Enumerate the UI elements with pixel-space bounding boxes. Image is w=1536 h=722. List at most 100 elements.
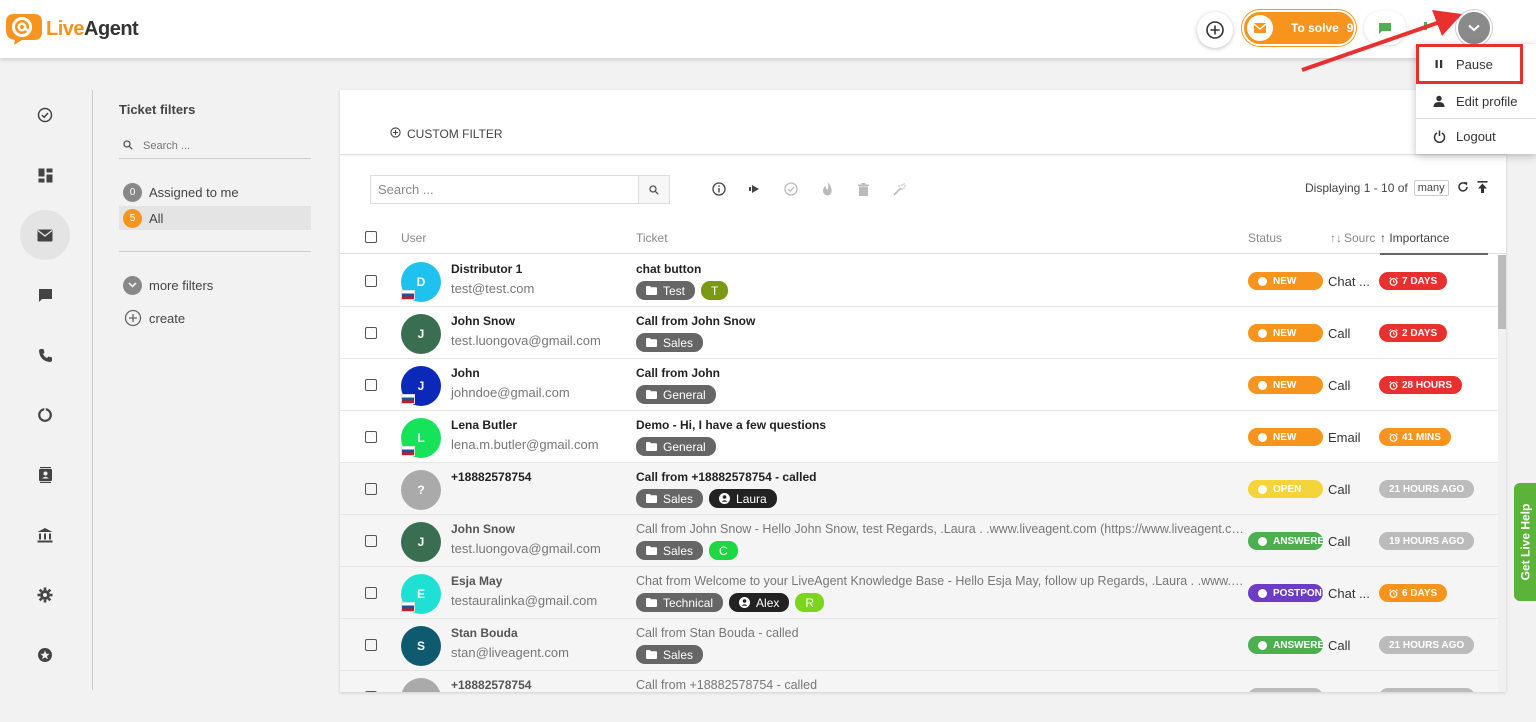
magic-button[interactable]	[890, 180, 908, 198]
ticket-tag[interactable]: Sales	[636, 489, 704, 508]
column-source[interactable]: Sourc	[1344, 231, 1375, 245]
ticket-subject[interactable]: Call from John Snow - Hello John Snow, t…	[636, 522, 1244, 536]
menu-item-edit-profile[interactable]: Edit profile	[1416, 84, 1536, 118]
table-scrollbar[interactable]	[1498, 255, 1506, 692]
transfer-button[interactable]	[746, 180, 764, 198]
ticket-search-input[interactable]	[371, 176, 639, 203]
row-checkbox[interactable]	[365, 639, 377, 651]
row-checkbox[interactable]	[365, 535, 377, 547]
ticket-tag[interactable]: Technical	[636, 593, 724, 612]
ticket-tag[interactable]: Alex	[729, 593, 790, 612]
ticket-tag[interactable]: Sales	[636, 333, 704, 352]
table-row[interactable]: E Esja May testauralinka@gmail.com Chat fro…	[340, 567, 1498, 619]
table-row[interactable]: D Distributor 1 test@test.com chat button Te…	[340, 255, 1498, 307]
table-row[interactable]: ? +18882578754 Call from +18882578754 - ca…	[340, 463, 1498, 515]
menu-item-logout[interactable]: Logout	[1416, 119, 1536, 153]
ticket-subject[interactable]: Demo - Hi, I have a few questions	[636, 418, 1244, 432]
folder-icon	[646, 338, 657, 347]
info-button[interactable]	[710, 180, 728, 198]
nav-calls[interactable]	[20, 330, 70, 380]
column-ticket[interactable]: Ticket	[636, 231, 668, 245]
ticket-subject[interactable]: Call from +18882578754 - called	[636, 678, 1244, 692]
displaying-text: Displaying 1 - 10 of	[1305, 181, 1408, 195]
more-filters-label: more filters	[149, 277, 214, 293]
nav-chats[interactable]	[20, 270, 70, 320]
table-row[interactable]: L Lena Butler lena.m.butler@gmail.com Demo …	[340, 411, 1498, 463]
ticket-subject[interactable]: chat button	[636, 262, 1244, 276]
ticket-subject[interactable]: Call from John Snow	[636, 314, 1244, 328]
ticket-user-email: stan@liveagent.com	[451, 645, 569, 660]
table-row[interactable]: J John johndoe@gmail.com Call from John Gene…	[340, 359, 1498, 411]
ticket-user-email: testauralinka@gmail.com	[451, 593, 598, 608]
refresh-icon[interactable]	[1457, 181, 1469, 196]
nav-knowledgebase[interactable]	[20, 510, 70, 560]
table-row[interactable]: J John Snow test.luongova@gmail.com Call fr…	[340, 515, 1498, 567]
ticket-subject[interactable]: Call from Stan Bouda - called	[636, 626, 1244, 640]
ticket-tag[interactable]: Laura	[709, 489, 777, 508]
more-filters-toggle[interactable]: more filters	[119, 273, 311, 297]
table-row[interactable]: J John Snow test.luongova@gmail.com Call fr…	[340, 307, 1498, 359]
ticket-source: Chat ...	[1328, 274, 1370, 289]
status-badge: ANSWERED	[1248, 636, 1323, 654]
ticket-tag[interactable]: C	[709, 541, 738, 560]
filter-all[interactable]: 5 All	[119, 206, 311, 230]
ticket-tag[interactable]: Test	[636, 281, 696, 300]
chat-status-button[interactable]	[1364, 11, 1406, 45]
nav-dashboard-check[interactable]	[20, 90, 70, 140]
scrollbar-thumb[interactable]	[1498, 255, 1506, 329]
add-button[interactable]	[1197, 12, 1233, 48]
custom-filter-button[interactable]: CUSTOM FILTER	[390, 127, 503, 141]
ticket-user-name: Esja May	[451, 574, 503, 588]
nav-plugins[interactable]	[20, 630, 70, 680]
tag-label: Sales	[663, 647, 694, 662]
delete-button[interactable]	[854, 180, 872, 198]
nav-contacts[interactable]	[20, 450, 70, 500]
to-solve-button[interactable]: To solve 9	[1242, 10, 1356, 46]
person-icon	[1432, 95, 1446, 107]
row-checkbox[interactable]	[365, 691, 377, 692]
column-user[interactable]: User	[401, 231, 426, 245]
row-checkbox[interactable]	[365, 587, 377, 599]
row-checkbox[interactable]	[365, 327, 377, 339]
ticket-tag[interactable]: R	[795, 593, 825, 612]
importance-label: 28 HOURS	[1402, 379, 1453, 391]
row-checkbox[interactable]	[365, 483, 377, 495]
row-checkbox[interactable]	[365, 431, 377, 443]
ticket-subject[interactable]: Call from +18882578754 - called	[636, 470, 1244, 484]
user-menu-button[interactable]	[1456, 10, 1492, 46]
resolve-button[interactable]	[782, 180, 800, 198]
filter-count-badge: 0	[123, 182, 142, 202]
ticket-tag[interactable]: Sales	[636, 645, 704, 664]
ticket-subject[interactable]: Chat from Welcome to your LiveAgent Know…	[636, 574, 1244, 588]
column-importance[interactable]: ↑ Importance	[1380, 231, 1488, 255]
importance-badge: 19 HOURS AGO	[1379, 532, 1475, 550]
nav-dashboard[interactable]	[20, 150, 70, 200]
ticket-subject[interactable]: Call from John	[636, 366, 1244, 380]
ticket-tag[interactable]: T	[701, 281, 729, 300]
priority-button[interactable]	[818, 180, 836, 198]
nav-settings[interactable]	[20, 570, 70, 620]
ticket-tag[interactable]: General	[636, 437, 716, 456]
nav-reports[interactable]	[20, 390, 70, 440]
table-row[interactable]: ? +18882578754 Call from +18882578754 - ca…	[340, 671, 1498, 692]
filters-search[interactable]: Search ...	[119, 134, 311, 159]
ticket-tag[interactable]: Sales	[636, 541, 704, 560]
row-checkbox[interactable]	[365, 275, 377, 287]
select-all-checkbox[interactable]	[365, 231, 377, 243]
ticket-tag[interactable]: General	[636, 385, 716, 404]
nav-divider	[92, 90, 93, 690]
liveagent-logo[interactable]: LiveAgent	[4, 12, 139, 46]
row-checkbox[interactable]	[365, 379, 377, 391]
country-flag-icon	[401, 290, 415, 300]
column-status[interactable]: Status	[1248, 231, 1282, 245]
create-filter-button[interactable]: create	[119, 306, 311, 330]
menu-item-pause[interactable]: Pause	[1416, 44, 1523, 84]
nav-tickets[interactable]	[20, 210, 70, 260]
dashboard-icon	[38, 168, 52, 182]
scroll-top-icon[interactable]	[1477, 180, 1488, 196]
get-live-help-tab[interactable]: Get Live Help	[1514, 483, 1536, 601]
table-row[interactable]: S Stan Bouda stan@liveagent.com Call from S…	[340, 619, 1498, 671]
ticket-search-button[interactable]	[638, 176, 669, 203]
total-count-select[interactable]: many	[1413, 180, 1449, 196]
filter-assigned-to-me[interactable]: 0 Assigned to me	[119, 180, 311, 204]
